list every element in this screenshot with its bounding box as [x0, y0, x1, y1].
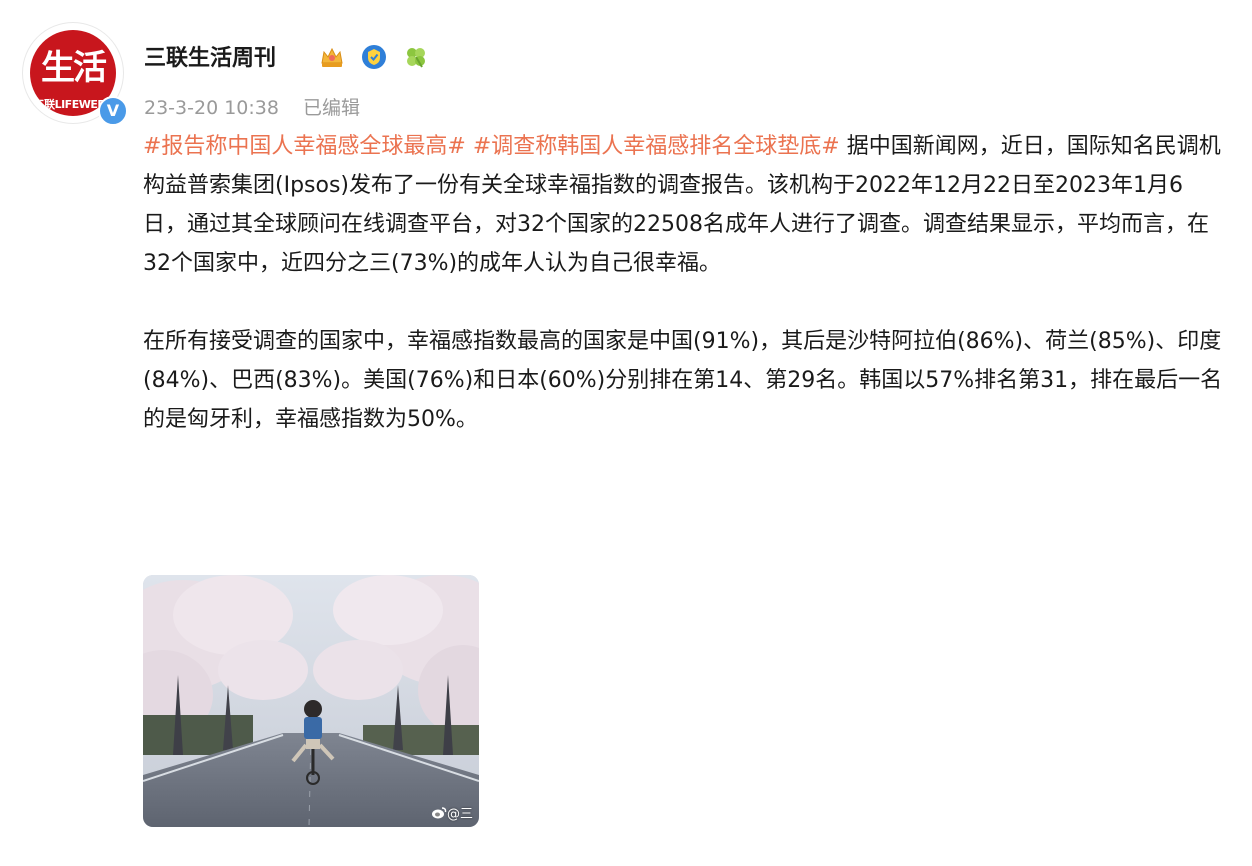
cherry-blossom-road-image	[143, 575, 479, 827]
crown-badge-icon[interactable]	[318, 43, 346, 71]
image-watermark-text: @三	[446, 807, 473, 822]
post-content: #报告称中国人幸福感全球最高# #调查称韩国人幸福感排名全球垫底# 据中国新闻网…	[143, 127, 1223, 439]
post-paragraph-1: #报告称中国人幸福感全球最高# #调查称韩国人幸福感排名全球垫底# 据中国新闻网…	[143, 127, 1223, 283]
author-badges	[318, 42, 444, 72]
post-image[interactable]: @三	[143, 575, 479, 827]
author-name[interactable]: 三联生活周刊	[144, 40, 276, 72]
post-meta: 23-3-20 10:38 已编辑	[144, 93, 360, 120]
weibo-logo-icon	[431, 807, 447, 819]
clover-badge-icon[interactable]	[402, 43, 430, 71]
post-paragraph-2: 在所有接受调查的国家中，幸福感指数最高的国家是中国(91%)，其后是沙特阿拉伯(…	[143, 329, 1223, 432]
hashtag-link-2[interactable]: #调查称韩国人幸福感排名全球垫底#	[473, 134, 840, 159]
image-watermark: @三	[431, 803, 473, 822]
edited-label[interactable]: 已编辑	[303, 97, 360, 119]
shield-badge-icon[interactable]	[360, 43, 388, 71]
avatar-logo-text: 生活	[41, 48, 107, 88]
post-time[interactable]: 23-3-20 10:38	[144, 97, 279, 119]
hashtag-link-1[interactable]: #报告称中国人幸福感全球最高#	[143, 134, 466, 159]
verified-icon: V	[98, 96, 128, 126]
